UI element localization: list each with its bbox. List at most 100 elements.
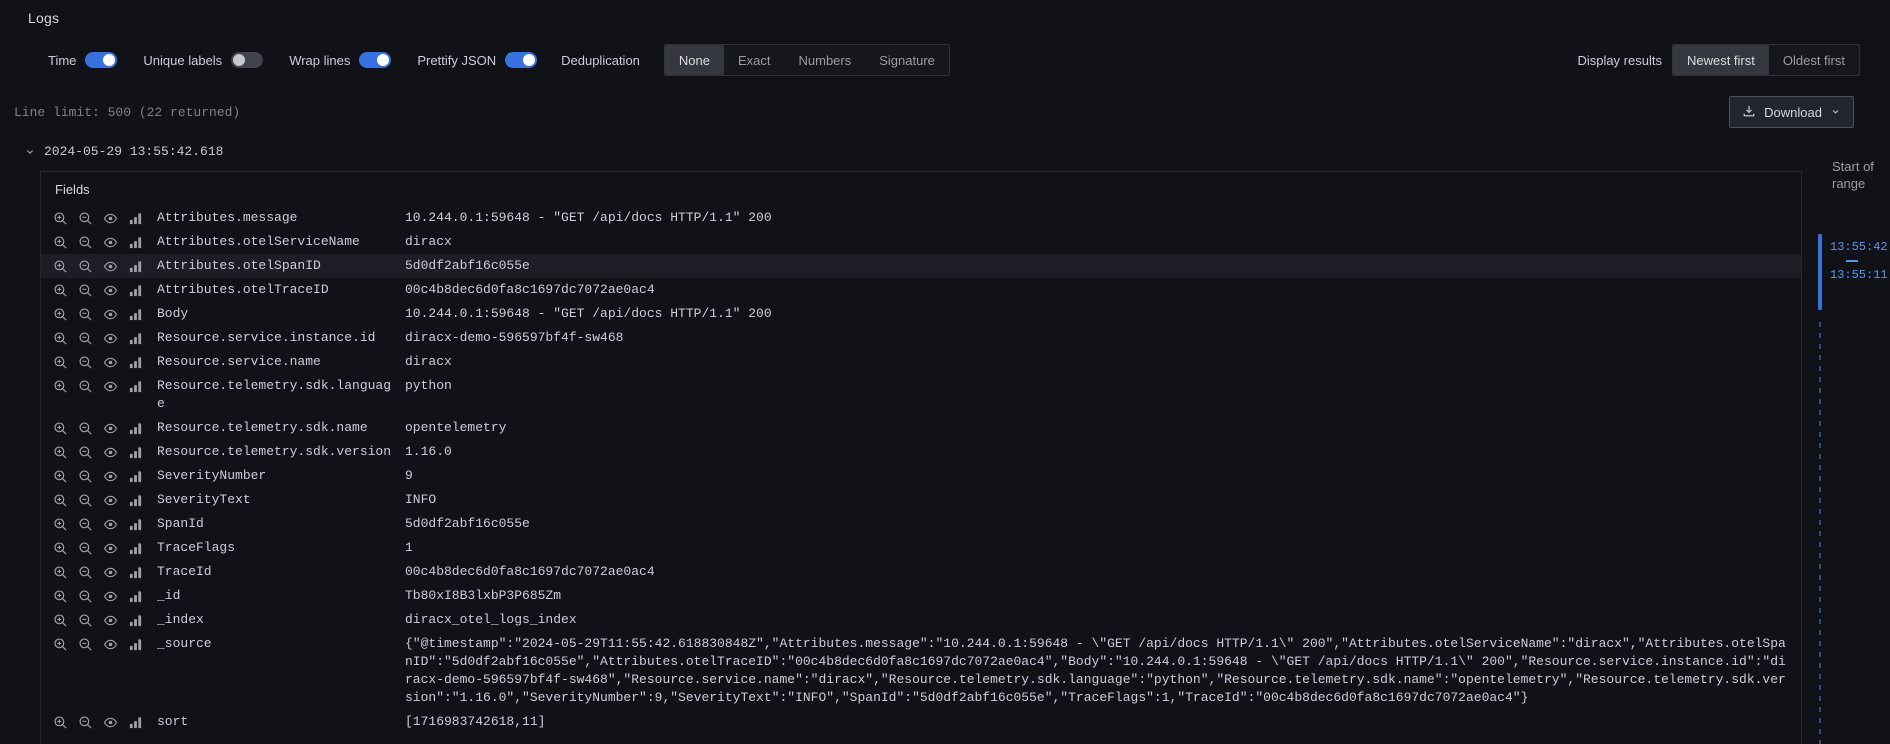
toggle-switch-prettify-json[interactable] — [505, 52, 537, 68]
field-stats-icon[interactable] — [128, 589, 143, 604]
dedup-option-numbers[interactable]: Numbers — [785, 45, 866, 75]
filter-out-value-icon[interactable] — [78, 445, 93, 460]
field-stats-icon[interactable] — [128, 331, 143, 346]
filter-for-value-icon[interactable] — [53, 259, 68, 274]
toggle-switch-unique-labels[interactable] — [231, 52, 263, 68]
toggle-visibility-icon[interactable] — [103, 211, 118, 226]
toggle-switch-wrap-lines[interactable] — [359, 52, 391, 68]
dedup-option-exact[interactable]: Exact — [724, 45, 785, 75]
toggle-list: Time Unique labels Wrap lines Prettify J… — [48, 52, 537, 68]
filter-for-value-icon[interactable] — [53, 565, 68, 580]
filter-for-value-icon[interactable] — [53, 235, 68, 250]
collapse-chevron-icon[interactable] — [24, 146, 36, 158]
filter-for-value-icon[interactable] — [53, 379, 68, 394]
field-stats-icon[interactable] — [128, 565, 143, 580]
field-stats-icon[interactable] — [128, 445, 143, 460]
field-row-actions — [53, 563, 157, 580]
filter-out-value-icon[interactable] — [78, 355, 93, 370]
toggle-visibility-icon[interactable] — [103, 493, 118, 508]
toggle-visibility-icon[interactable] — [103, 235, 118, 250]
filter-for-value-icon[interactable] — [53, 445, 68, 460]
toggle-visibility-icon[interactable] — [103, 637, 118, 652]
filter-out-value-icon[interactable] — [78, 331, 93, 346]
filter-for-value-icon[interactable] — [53, 469, 68, 484]
filter-out-value-icon[interactable] — [78, 469, 93, 484]
range-selection-bar[interactable] — [1818, 234, 1822, 310]
field-stats-icon[interactable] — [128, 613, 143, 628]
field-stats-icon[interactable] — [128, 421, 143, 436]
dedup-option-none[interactable]: None — [665, 45, 724, 75]
filter-for-value-icon[interactable] — [53, 307, 68, 322]
field-stats-icon[interactable] — [128, 715, 143, 730]
field-stats-icon[interactable] — [128, 637, 143, 652]
toggle-visibility-icon[interactable] — [103, 283, 118, 298]
toggle-visibility-icon[interactable] — [103, 331, 118, 346]
filter-for-value-icon[interactable] — [53, 283, 68, 298]
toggle-visibility-icon[interactable] — [103, 307, 118, 322]
filter-for-value-icon[interactable] — [53, 355, 68, 370]
filter-out-value-icon[interactable] — [78, 613, 93, 628]
field-value: opentelemetry — [405, 419, 1789, 437]
filter-for-value-icon[interactable] — [53, 211, 68, 226]
toggle-visibility-icon[interactable] — [103, 355, 118, 370]
log-entry-header[interactable]: 2024-05-29 13:55:42.618 — [0, 144, 1890, 159]
toggle-visibility-icon[interactable] — [103, 469, 118, 484]
field-key: SpanId — [157, 515, 405, 533]
field-stats-icon[interactable] — [128, 493, 143, 508]
toggle-visibility-icon[interactable] — [103, 541, 118, 556]
field-stats-icon[interactable] — [128, 307, 143, 322]
filter-out-value-icon[interactable] — [78, 211, 93, 226]
logs-toolbar: Time Unique labels Wrap lines Prettify J… — [0, 38, 1890, 82]
filter-out-value-icon[interactable] — [78, 715, 93, 730]
filter-out-value-icon[interactable] — [78, 307, 93, 322]
field-row-actions — [53, 257, 157, 274]
filter-out-value-icon[interactable] — [78, 541, 93, 556]
dedup-option-signature[interactable]: Signature — [865, 45, 949, 75]
filter-out-value-icon[interactable] — [78, 283, 93, 298]
filter-out-value-icon[interactable] — [78, 379, 93, 394]
display-option-oldest-first[interactable]: Oldest first — [1769, 45, 1859, 75]
filter-for-value-icon[interactable] — [53, 421, 68, 436]
filter-for-value-icon[interactable] — [53, 715, 68, 730]
filter-out-value-icon[interactable] — [78, 493, 93, 508]
field-stats-icon[interactable] — [128, 517, 143, 532]
field-stats-icon[interactable] — [128, 211, 143, 226]
field-stats-icon[interactable] — [128, 469, 143, 484]
filter-out-value-icon[interactable] — [78, 589, 93, 604]
field-stats-icon[interactable] — [128, 379, 143, 394]
filter-out-value-icon[interactable] — [78, 421, 93, 436]
toggle-visibility-icon[interactable] — [103, 379, 118, 394]
toggle-visibility-icon[interactable] — [103, 613, 118, 628]
filter-for-value-icon[interactable] — [53, 613, 68, 628]
filter-out-value-icon[interactable] — [78, 637, 93, 652]
filter-for-value-icon[interactable] — [53, 589, 68, 604]
download-button[interactable]: Download — [1729, 96, 1854, 128]
toggle-visibility-icon[interactable] — [103, 589, 118, 604]
filter-for-value-icon[interactable] — [53, 541, 68, 556]
toggle-visibility-icon[interactable] — [103, 259, 118, 274]
filter-out-value-icon[interactable] — [78, 259, 93, 274]
field-row-actions — [53, 353, 157, 370]
field-stats-icon[interactable] — [128, 541, 143, 556]
toggle-visibility-icon[interactable] — [103, 445, 118, 460]
toggle-knob — [233, 54, 245, 66]
toggle-label: Time — [48, 53, 76, 68]
display-option-newest-first[interactable]: Newest first — [1673, 45, 1769, 75]
field-stats-icon[interactable] — [128, 283, 143, 298]
filter-for-value-icon[interactable] — [53, 517, 68, 532]
field-row-resource-telemetry-sdk-name: Resource.telemetry.sdk.name opentelemetr… — [41, 416, 1801, 440]
filter-for-value-icon[interactable] — [53, 493, 68, 508]
toggle-visibility-icon[interactable] — [103, 517, 118, 532]
toggle-visibility-icon[interactable] — [103, 715, 118, 730]
toggle-visibility-icon[interactable] — [103, 565, 118, 580]
toggle-switch-time[interactable] — [85, 52, 117, 68]
filter-out-value-icon[interactable] — [78, 235, 93, 250]
filter-out-value-icon[interactable] — [78, 517, 93, 532]
field-stats-icon[interactable] — [128, 259, 143, 274]
filter-out-value-icon[interactable] — [78, 565, 93, 580]
toggle-visibility-icon[interactable] — [103, 421, 118, 436]
filter-for-value-icon[interactable] — [53, 637, 68, 652]
field-stats-icon[interactable] — [128, 355, 143, 370]
filter-for-value-icon[interactable] — [53, 331, 68, 346]
field-stats-icon[interactable] — [128, 235, 143, 250]
